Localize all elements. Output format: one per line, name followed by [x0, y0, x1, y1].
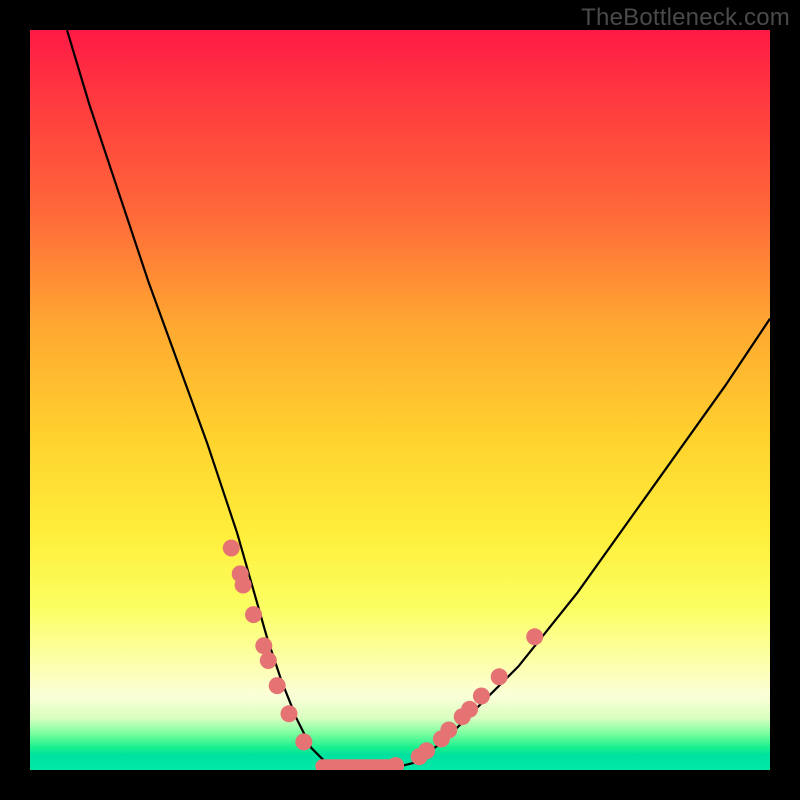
data-dot	[473, 688, 490, 705]
data-dot	[223, 540, 240, 557]
plot-area	[30, 30, 770, 770]
data-dot	[491, 668, 508, 685]
chart-frame: TheBottleneck.com	[0, 0, 800, 800]
data-dot	[418, 742, 435, 759]
curve-layer	[30, 30, 770, 770]
data-dots	[223, 540, 543, 771]
data-dot	[260, 652, 277, 669]
data-dot	[235, 577, 252, 594]
data-dot	[281, 705, 298, 722]
data-dot	[440, 722, 457, 739]
bottleneck-curve	[67, 30, 770, 770]
data-dot	[269, 677, 286, 694]
data-dot	[387, 757, 404, 770]
data-dot	[526, 628, 543, 645]
data-dot	[232, 565, 249, 582]
watermark-text: TheBottleneck.com	[581, 4, 790, 32]
data-dot	[454, 708, 471, 725]
data-dot	[295, 733, 312, 750]
data-dot	[255, 637, 272, 654]
data-dot	[411, 748, 428, 765]
data-dot	[245, 606, 262, 623]
data-dot	[433, 730, 450, 747]
data-dot	[461, 701, 478, 718]
